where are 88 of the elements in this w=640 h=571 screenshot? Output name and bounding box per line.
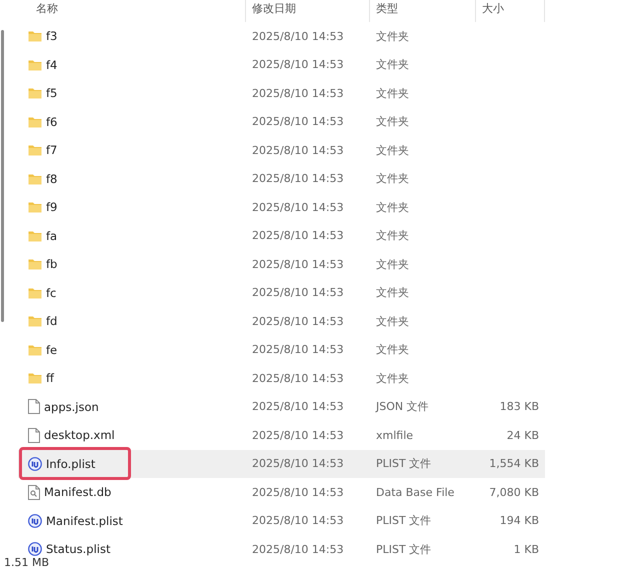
modified-date: 2025/8/10 14:53 — [252, 372, 344, 385]
file-name[interactable]: f5 — [46, 86, 58, 100]
column-header[interactable]: 类型 — [376, 1, 398, 16]
modified-date: 2025/8/10 14:53 — [252, 172, 344, 186]
folder-icon — [28, 230, 42, 242]
file-type: 文件夹 — [376, 57, 409, 72]
modified-date: 2025/8/10 14:53 — [252, 286, 344, 300]
file-name[interactable]: f4 — [46, 58, 58, 72]
scrollbar[interactable] — [1, 30, 4, 322]
file-type: 文件夹 — [376, 228, 409, 244]
folder-icon — [28, 116, 42, 128]
file-name[interactable]: f6 — [46, 114, 58, 129]
database-file-icon — [28, 484, 40, 500]
folder-icon — [28, 201, 42, 214]
file-type: xmlfile — [376, 428, 414, 442]
modified-date: 2025/8/10 14:53 — [252, 343, 344, 356]
file-size: 183 KB — [500, 400, 539, 414]
folder-icon — [28, 286, 42, 299]
plist-file-icon — [28, 514, 42, 528]
file-name[interactable]: Info.plist — [46, 456, 96, 471]
column-header[interactable]: 大小 — [482, 1, 504, 16]
file-type: 文件夹 — [376, 285, 409, 300]
file-type: 文件夹 — [376, 314, 409, 329]
modified-date: 2025/8/10 14:53 — [252, 86, 344, 100]
file-size: 194 KB — [500, 514, 539, 528]
folder-icon — [28, 315, 42, 328]
column-header[interactable]: 名称 — [36, 1, 58, 16]
file-name[interactable]: fd — [46, 314, 58, 328]
modified-date: 2025/8/10 14:53 — [252, 200, 344, 214]
file-name[interactable]: f3 — [46, 29, 58, 44]
file-name[interactable]: f7 — [46, 143, 58, 158]
file-name[interactable]: Manifest.plist — [46, 514, 123, 528]
file-type: JSON 文件 — [376, 399, 429, 414]
file-name[interactable]: fe — [46, 342, 58, 357]
plist-file-icon — [28, 456, 42, 471]
file-name[interactable]: fb — [46, 257, 58, 272]
folder-icon — [28, 87, 42, 100]
file-type: PLIST 文件 — [376, 542, 432, 557]
file-name[interactable]: Status.plist — [46, 542, 110, 556]
modified-date: 2025/8/10 14:53 — [252, 457, 344, 470]
folder-icon — [28, 344, 42, 356]
file-type: 文件夹 — [376, 200, 409, 215]
folder-icon — [28, 30, 42, 42]
modified-date: 2025/8/10 14:53 — [252, 58, 344, 72]
column-header[interactable]: 修改日期 — [252, 1, 296, 16]
modified-date: 2025/8/10 14:53 — [252, 514, 344, 528]
file-size: 1 KB — [514, 542, 539, 556]
file-name[interactable]: fc — [46, 286, 56, 300]
file-type: 文件夹 — [376, 370, 409, 386]
selection-size: 1.51 MB — [4, 556, 50, 569]
folder-icon — [28, 258, 42, 270]
file-name[interactable]: fa — [46, 228, 58, 243]
modified-date: 2025/8/10 14:53 — [252, 258, 344, 271]
modified-date: 2025/8/10 14:53 — [252, 30, 344, 43]
modified-date: 2025/8/10 14:53 — [252, 428, 344, 442]
modified-date: 2025/8/10 14:53 — [252, 115, 344, 128]
file-type: PLIST 文件 — [376, 513, 432, 528]
file-name[interactable]: apps.json — [44, 400, 99, 414]
modified-date: 2025/8/10 14:53 — [252, 144, 344, 157]
file-name[interactable]: desktop.xml — [44, 428, 115, 442]
modified-date: 2025/8/10 14:53 — [252, 314, 344, 328]
file-type: 文件夹 — [376, 28, 409, 44]
file-type: 文件夹 — [376, 256, 409, 272]
file-name[interactable]: Manifest.db — [44, 485, 112, 500]
file-type: 文件夹 — [376, 86, 409, 101]
plist-file-icon — [28, 542, 42, 556]
file-type: PLIST 文件 — [376, 456, 432, 472]
file-size: 24 KB — [506, 428, 539, 442]
file-size: 7,080 KB — [489, 486, 539, 499]
modified-date: 2025/8/10 14:53 — [252, 542, 344, 556]
file-icon — [28, 399, 40, 414]
modified-date: 2025/8/10 14:53 — [252, 486, 344, 499]
file-type: 文件夹 — [376, 114, 409, 130]
file-type: 文件夹 — [376, 342, 409, 358]
file-type: 文件夹 — [376, 142, 409, 158]
folder-icon — [28, 144, 42, 156]
file-name[interactable]: f9 — [46, 200, 58, 214]
file-type: Data Base File — [376, 486, 454, 499]
folder-icon — [28, 58, 42, 71]
file-name[interactable]: f8 — [46, 172, 58, 186]
folder-icon — [28, 372, 42, 384]
folder-icon — [28, 172, 42, 185]
modified-date: 2025/8/10 14:53 — [252, 400, 344, 414]
file-type: 文件夹 — [376, 171, 409, 186]
file-name[interactable]: ff — [46, 371, 54, 386]
modified-date: 2025/8/10 14:53 — [252, 229, 344, 242]
file-icon — [28, 428, 40, 443]
file-size: 1,554 KB — [489, 457, 539, 470]
